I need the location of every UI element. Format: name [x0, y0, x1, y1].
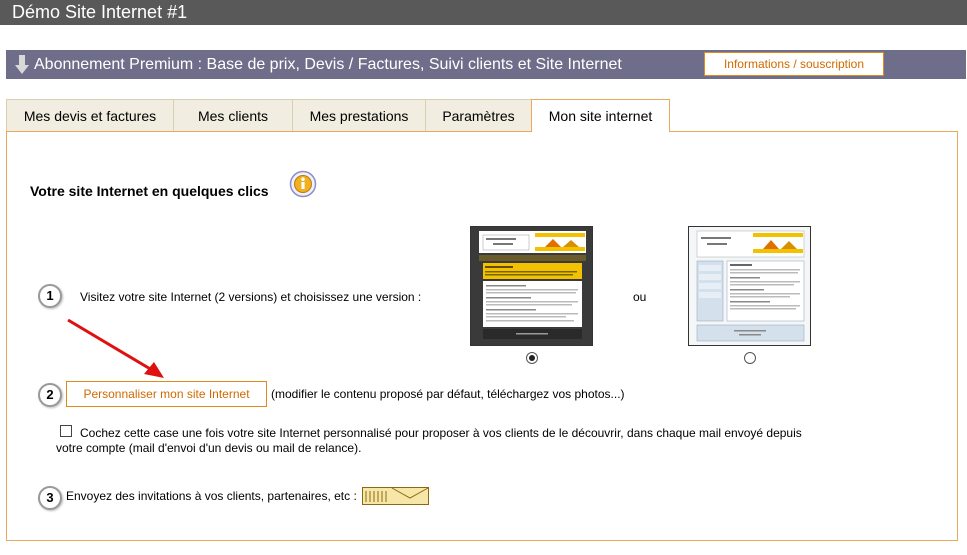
checkbox-label-line-1: Cochez cette case une fois votre site In…: [80, 426, 802, 440]
tab-services[interactable]: Mes prestations: [292, 99, 426, 131]
step-1-badge: 1: [38, 284, 62, 308]
step-2-badge: 2: [38, 383, 62, 407]
tab-my-website[interactable]: Mon site internet: [531, 99, 670, 132]
info-icon[interactable]: [289, 170, 317, 198]
website-version-1-radio[interactable]: [526, 352, 538, 364]
propose-website-checkbox[interactable]: [60, 425, 72, 437]
or-label: ou: [633, 290, 647, 304]
envelope-icon[interactable]: [362, 487, 429, 505]
tab-settings[interactable]: Paramètres: [425, 99, 532, 131]
premium-banner: Abonnement Premium : Base de prix, Devis…: [6, 50, 966, 79]
step-3-badge: 3: [38, 486, 62, 510]
website-version-1-thumbnail[interactable]: [470, 226, 593, 346]
step-1-text: Visitez votre site Internet (2 versions)…: [80, 290, 422, 304]
page-heading: Votre site Internet en quelques clics: [30, 183, 269, 199]
banner-text: Abonnement Premium : Base de prix, Devis…: [34, 56, 622, 73]
information-subscription-button[interactable]: Informations / souscription: [704, 52, 884, 76]
tab-quotes-invoices[interactable]: Mes devis et factures: [6, 99, 174, 131]
customize-website-button[interactable]: Personnaliser mon site Internet: [66, 381, 267, 407]
down-arrow-icon: [15, 55, 29, 74]
red-arrow-icon: [67, 318, 164, 378]
window-title: Démo Site Internet #1: [0, 0, 967, 25]
tab-clients[interactable]: Mes clients: [173, 99, 293, 131]
step-3-text: Envoyez des invitations à vos clients, p…: [66, 489, 357, 503]
customize-hint: (modifier le contenu proposé par défaut,…: [271, 387, 625, 401]
website-version-2-radio[interactable]: [744, 352, 756, 364]
checkbox-label-line-2: votre compte (mail d'envoi d'un devis ou…: [56, 441, 362, 455]
website-version-2-thumbnail[interactable]: [688, 226, 811, 346]
